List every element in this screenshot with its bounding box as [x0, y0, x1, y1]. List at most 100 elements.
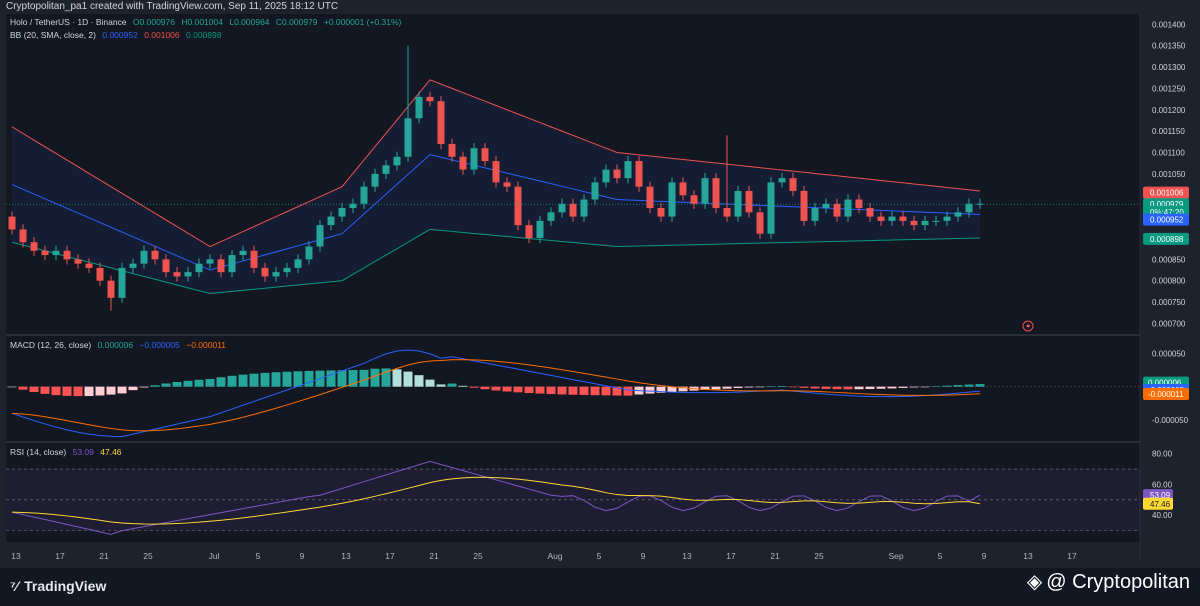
price-axis-label: 0.000750 [1152, 298, 1186, 307]
macd-histogram-bar [975, 384, 985, 387]
candle-body [85, 263, 93, 268]
macd-histogram-bar [953, 385, 963, 387]
macd-histogram-bar [480, 386, 490, 390]
candle-body [239, 250, 247, 256]
candle-body [723, 208, 731, 217]
tradingview-logo-text: TradingView [24, 578, 107, 594]
macd-histogram-bar [557, 386, 567, 395]
macd-histogram-bar [172, 382, 182, 387]
candle-body [778, 178, 786, 183]
candle-body [74, 259, 82, 264]
ohlc-open: O0.000976 [132, 17, 175, 27]
candle-body [338, 208, 346, 217]
macd-histogram-bar [40, 386, 50, 394]
macd-histogram-bar [568, 386, 578, 395]
candle-body [624, 161, 632, 179]
macd-histogram-bar [799, 386, 809, 388]
candle-body [745, 190, 753, 213]
candle-body [899, 216, 907, 221]
macd-histogram-bar [7, 386, 17, 388]
ohlc-low: L0.000964 [229, 17, 270, 27]
macd-histogram-bar [282, 371, 292, 387]
macd-histogram-bar [733, 386, 743, 389]
rsi-axis-label: 60.00 [1152, 480, 1173, 489]
macd-histogram-bar [84, 386, 94, 397]
macd-legend[interactable]: MACD (12, 26, close) 0.000006 −0.000005 … [10, 340, 230, 350]
candle-body [976, 203, 984, 205]
candle-body [30, 242, 38, 251]
candle-body [547, 212, 555, 221]
rsi-legend[interactable]: RSI (14, close) 53.09 47.46 [10, 447, 126, 457]
time-axis-label: 9 [641, 551, 646, 561]
bb-legend[interactable]: BB (20, SMA, close, 2) 0.000952 0.001006… [10, 30, 225, 40]
lightning-icon[interactable] [1022, 320, 1034, 332]
rsi-axis-label: 40.00 [1152, 511, 1173, 520]
cryptopolitan-brand: ◈ @ Cryptopolitan [1027, 569, 1190, 594]
ohlc-high: H0.001004 [181, 17, 223, 27]
candle-body [910, 220, 918, 226]
candle-body [118, 267, 126, 298]
time-axis-label: 17 [1067, 551, 1077, 561]
macd-histogram-bar [150, 385, 160, 387]
candle-body [195, 263, 203, 273]
candle-body [316, 225, 324, 247]
candle-body [349, 203, 357, 209]
macd-histogram-bar [205, 378, 215, 387]
time-axis-label: 21 [429, 551, 439, 561]
chart-svg[interactable]: 0.001400 0.001350 0.001300 0.001250 0.001200… [0, 0, 1200, 568]
candle-body [470, 148, 478, 170]
candle-body [283, 267, 291, 273]
candle-body [558, 203, 566, 213]
symbol-legend[interactable]: Holo / TetherUS · 1D · Binance O0.000976… [10, 17, 405, 27]
macd-axis-label: 0.000050 [1152, 349, 1186, 358]
macd-label: MACD (12, 26, close) [10, 340, 92, 350]
candle-body [580, 199, 588, 217]
candle-body [525, 225, 533, 238]
candle-body [789, 178, 797, 191]
candle-body [866, 208, 874, 217]
macd-tag-label: -0.000011 [1148, 390, 1184, 399]
candle-body [448, 143, 456, 157]
macd-histogram-bar [535, 386, 545, 394]
candle-body [800, 190, 808, 221]
macd-histogram-bar [95, 386, 105, 396]
macd-histogram-bar [62, 386, 72, 396]
candle-body [327, 216, 335, 226]
price-axis: 0.001400 0.001350 0.001300 0.001250 0.001200… [1143, 20, 1189, 520]
candle-body [690, 195, 698, 204]
candle-body [360, 186, 368, 204]
macd-histogram-bar [821, 386, 831, 389]
price-axis-label: 0.001400 [1152, 20, 1186, 29]
candle-body [272, 272, 280, 277]
macd-histogram-bar [337, 370, 347, 387]
macd-histogram-bar [854, 386, 864, 390]
ohlc-change: +0.000001 (+0.31%) [323, 17, 402, 27]
macd-histogram-bar [887, 386, 897, 389]
candle-body [833, 203, 841, 217]
macd-histogram-bar [788, 386, 798, 388]
macd-histogram-bar [359, 369, 369, 387]
tradingview-logo[interactable]: ⁷⁄ TradingView [10, 578, 106, 594]
candle-body [503, 182, 511, 187]
macd-histogram-bar [579, 386, 589, 395]
macd-histogram-bar [843, 386, 853, 390]
candle-body [657, 208, 665, 217]
candle-body [129, 263, 137, 268]
candle-body [63, 250, 71, 260]
macd-histogram-bar [865, 386, 875, 390]
macd-histogram-bar [326, 370, 336, 387]
time-axis-label: 17 [726, 551, 736, 561]
time-axis-label: Sep [888, 551, 903, 561]
candle-body [679, 182, 687, 196]
macd-histogram-bar [106, 386, 116, 395]
bb-basis-value: 0.000952 [102, 30, 138, 40]
candle-body [492, 161, 500, 183]
rsi-tag-label: 47.46 [1150, 500, 1171, 509]
candle-body [294, 259, 302, 268]
candle-body [140, 250, 148, 264]
candle-body [921, 220, 929, 226]
candle-body [261, 267, 269, 277]
macd-histogram-bar [590, 386, 600, 396]
candle-body [635, 161, 643, 187]
macd-histogram-bar [183, 380, 193, 387]
